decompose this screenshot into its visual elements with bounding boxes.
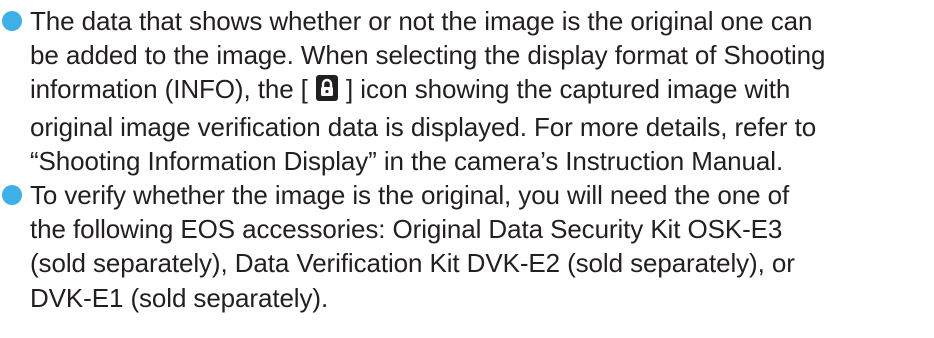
text-segment: ] icon showing the captured image with <box>338 74 791 105</box>
lock-icon <box>315 75 338 109</box>
text-line: “Shooting Information Display” in the ca… <box>30 145 784 176</box>
text-line: the following EOS accessories: Original … <box>30 214 783 245</box>
bullet-list: The data that shows whether or not the i… <box>0 4 934 315</box>
text-line: The data that shows whether or not the i… <box>30 6 813 36</box>
list-item: The data that shows whether or not the i… <box>0 4 934 178</box>
text-line: DVK-E1 (sold separately). <box>30 282 329 313</box>
text-line: (sold separately), Data Verification Kit… <box>30 248 795 279</box>
text-line: original image verification data is disp… <box>30 111 817 142</box>
text-line-with-icon: information (INFO), the [ ] icon showing… <box>30 72 934 109</box>
text-segment: information (INFO), the [ <box>30 74 315 105</box>
list-item: To verify whether the image is the origi… <box>0 178 934 315</box>
bullet-icon <box>2 185 22 206</box>
bullet-icon <box>2 11 22 31</box>
text-line: be added to the image. When selecting th… <box>30 40 826 71</box>
text-line: To verify whether the image is the origi… <box>30 180 790 211</box>
